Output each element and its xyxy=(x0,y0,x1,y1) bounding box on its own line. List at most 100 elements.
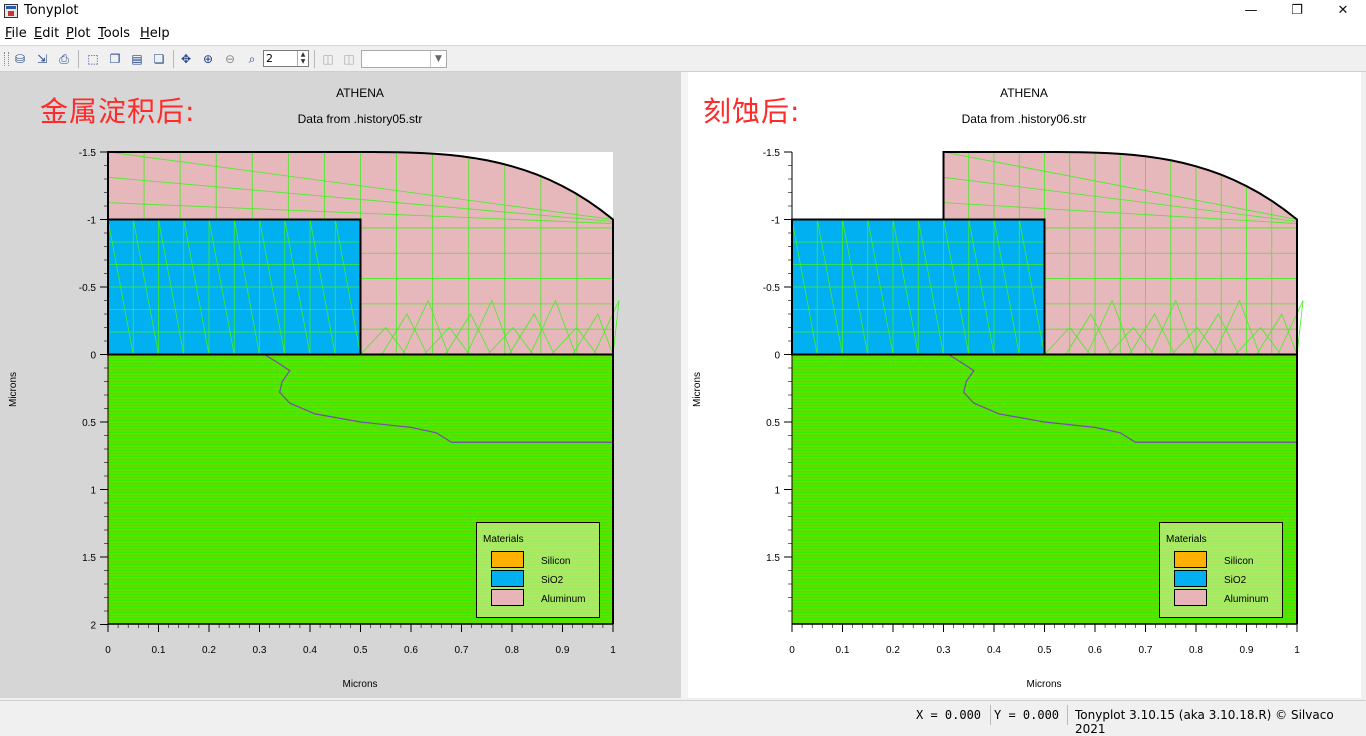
legend-swatch xyxy=(1174,551,1207,568)
x-tick-label: 0 xyxy=(105,645,111,656)
x-tick-label: 0.2 xyxy=(886,645,900,656)
x-tick-label: 0.4 xyxy=(987,645,1001,656)
select-icon[interactable]: ⬚ xyxy=(85,51,101,67)
annotation-text: 刻蚀后: xyxy=(703,95,801,128)
plot-subtitle: Data from .history06.str xyxy=(961,112,1087,126)
y-tick-label: 2 xyxy=(90,621,96,632)
menu-help-mnemonic: H xyxy=(140,26,150,41)
materials-legend: Materials Silicon SiO2 Aluminum xyxy=(476,522,600,618)
x-tick-label: 0.6 xyxy=(1088,645,1102,656)
duplicate-icon[interactable]: ❏ xyxy=(151,51,167,67)
maximize-button[interactable]: ❐ xyxy=(1274,0,1320,23)
x-tick-label: 0.9 xyxy=(1240,645,1254,656)
toolbar-separator xyxy=(78,50,79,68)
x-tick-label: 0.4 xyxy=(303,645,317,656)
x-tick-label: 0.7 xyxy=(455,645,469,656)
x-tick-label: 0.2 xyxy=(202,645,216,656)
open-icon[interactable]: ⛁ xyxy=(12,51,28,67)
x-tick-label: 1 xyxy=(610,645,616,656)
menu-help[interactable]: Help xyxy=(140,26,170,41)
legend-swatch xyxy=(491,551,524,568)
plot-subtitle: Data from .history05.str xyxy=(297,112,423,126)
plot-title: ATHENA xyxy=(1000,86,1048,100)
toolbar-separator xyxy=(314,50,315,68)
y-axis-label: Microns xyxy=(692,371,703,407)
x-tick-label: 1 xyxy=(1294,645,1300,656)
x-axis-label: Microns xyxy=(342,679,378,690)
y-tick-label: 1.5 xyxy=(766,553,780,564)
y-tick-label: -0.5 xyxy=(79,283,97,294)
plot-title: ATHENA xyxy=(336,86,384,100)
y-tick-label: 0 xyxy=(90,351,96,362)
chevron-down-icon[interactable]: ▼ xyxy=(430,51,446,67)
status-x-coordinate: X = 0.000 xyxy=(916,708,982,722)
zoom-fit-icon[interactable]: ⌕ xyxy=(244,51,260,67)
panel-divider xyxy=(681,72,688,698)
x-tick-label: 0.1 xyxy=(152,645,166,656)
legend-label: SiO2 xyxy=(1224,575,1247,586)
legend-label: Silicon xyxy=(1224,556,1254,567)
legend-swatch xyxy=(1174,589,1207,606)
legend-label: Aluminum xyxy=(541,594,586,605)
legend-label: Aluminum xyxy=(1224,594,1269,605)
menu-file[interactable]: File xyxy=(5,26,27,41)
zoom-in-icon[interactable]: ⊕ xyxy=(200,51,216,67)
import-icon[interactable]: ⇲ xyxy=(34,51,50,67)
menu-plot[interactable]: Plot xyxy=(66,26,91,41)
toolbar: ⛁ ⇲ ⎙ ⬚ ❐ ▤ ❏ ✥ ⊕ ⊖ ⌕ 2 ▲ ▼ ◫ ◫ ▼ xyxy=(0,46,1366,72)
annotation-text: 金属淀积后: xyxy=(40,95,196,128)
y-tick-label: -1.5 xyxy=(763,148,781,159)
x-tick-label: 0.9 xyxy=(556,645,570,656)
menu-edit[interactable]: Edit xyxy=(34,26,59,41)
x-tick-label: 0.5 xyxy=(1038,645,1052,656)
x-axis-label: Microns xyxy=(1026,679,1062,690)
zoom-spinner[interactable]: ▲ ▼ xyxy=(297,51,308,66)
y-tick-label: 0.5 xyxy=(766,418,780,429)
y-tick-label: -1.5 xyxy=(79,148,97,159)
x-tick-label: 0.3 xyxy=(253,645,267,656)
y-tick-label: 1.5 xyxy=(82,553,96,564)
x-tick-label: 0.8 xyxy=(505,645,519,656)
plot-select-dropdown[interactable]: ▼ xyxy=(361,50,447,68)
zoom-level-field[interactable]: 2 ▲ ▼ xyxy=(263,50,309,67)
y-axis-label: Microns xyxy=(8,371,19,407)
y-tick-label: -1 xyxy=(87,216,96,227)
materials-legend: Materials Silicon SiO2 Aluminum xyxy=(1159,522,1283,618)
y-tick-label: -1 xyxy=(771,216,780,227)
x-tick-label: 0.7 xyxy=(1139,645,1153,656)
status-version-text: Tonyplot 3.10.15 (aka 3.10.18.R) © Silva… xyxy=(1075,708,1334,736)
plot-panel-right[interactable]: -1.5 -1 -0.5 0 0.5 1 1.5 0 0.1 0.2 0.3 0.4 0.5 0.6 0.7… xyxy=(688,72,1361,698)
toolbar-separator xyxy=(173,50,174,68)
status-divider xyxy=(990,705,991,725)
x-tick-label: 0.5 xyxy=(354,645,368,656)
y-tick-label: 1 xyxy=(90,486,96,497)
menu-bar: File Edit Plot Tools Help xyxy=(0,23,1366,46)
legend-swatch xyxy=(491,570,524,587)
delete-icon[interactable]: ▤ xyxy=(129,51,145,67)
menu-tools[interactable]: Tools xyxy=(98,26,130,41)
copy-icon[interactable]: ❐ xyxy=(107,51,123,67)
plot-panel-left[interactable]: -1.5 -1 -0.5 0 0.5 1 1.5 2 0 0.1 0.2 0.3 0.4 0.5 0.6 0.… xyxy=(0,72,681,698)
y-tick-label: 0 xyxy=(774,351,780,362)
window-title: Tonyplot xyxy=(24,3,79,18)
menu-plot-mnemonic: P xyxy=(66,26,74,41)
close-button[interactable]: ✕ xyxy=(1320,0,1366,23)
x-tick-label: 0.1 xyxy=(836,645,850,656)
x-tick-label: 0 xyxy=(789,645,795,656)
legend-title: Materials xyxy=(483,534,524,545)
y-tick-label: 0.5 xyxy=(82,418,96,429)
prev-plot-icon[interactable]: ◫ xyxy=(320,51,336,67)
next-plot-icon[interactable]: ◫ xyxy=(341,51,357,67)
menu-plot-label: lot xyxy=(73,26,91,41)
menu-file-label: ile xyxy=(11,26,27,41)
print-icon[interactable]: ⎙ xyxy=(56,51,72,67)
legend-label: Silicon xyxy=(541,556,571,567)
menu-tools-label: ools xyxy=(103,26,131,41)
status-divider xyxy=(1067,705,1068,725)
pan-icon[interactable]: ✥ xyxy=(178,51,194,67)
toolbar-grip[interactable] xyxy=(4,52,9,66)
zoom-out-icon[interactable]: ⊖ xyxy=(222,51,238,67)
legend-swatch xyxy=(491,589,524,606)
minimize-button[interactable]: — xyxy=(1228,0,1274,23)
menu-edit-mnemonic: E xyxy=(34,26,43,41)
